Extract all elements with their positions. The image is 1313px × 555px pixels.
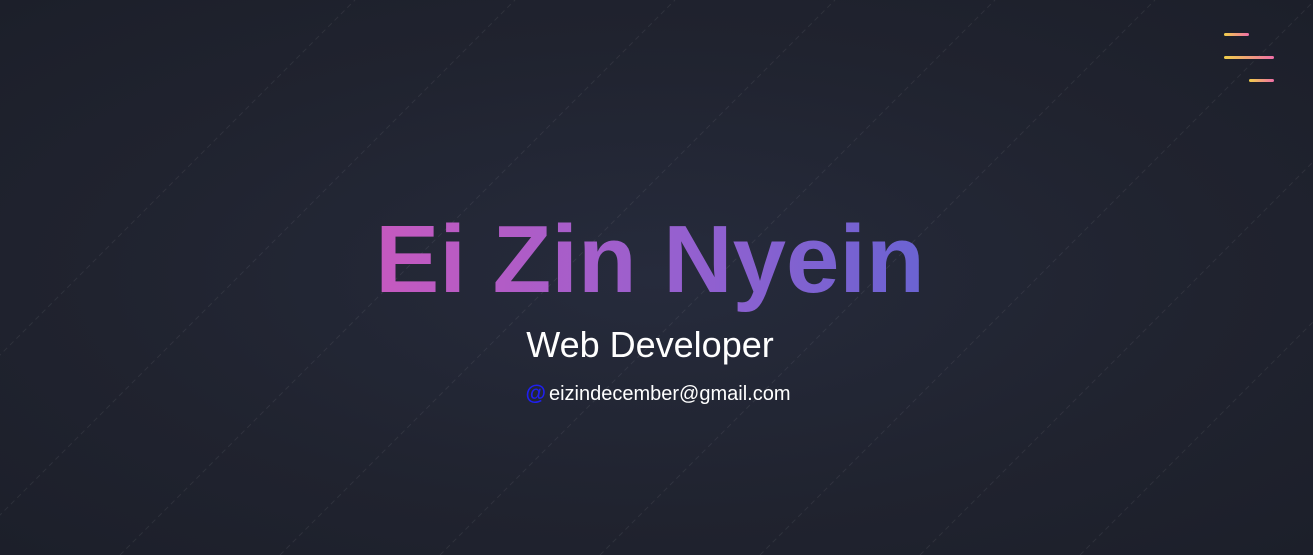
contact-email-row: @ eizindecember@gmail.com bbox=[510, 381, 791, 407]
email-link[interactable]: eizindecember@gmail.com bbox=[549, 381, 791, 407]
hamburger-menu-icon bbox=[1224, 33, 1249, 36]
hero-section: Ei Zin Nyein Web Developer @ eizindecemb… bbox=[0, 205, 1300, 407]
hero-role: Web Developer bbox=[526, 324, 774, 365]
menu-bar-bottom bbox=[1249, 79, 1274, 82]
menu-toggle-button[interactable] bbox=[1218, 28, 1280, 90]
menu-bar-middle bbox=[1224, 56, 1274, 59]
hero-name: Ei Zin Nyein bbox=[375, 206, 925, 313]
at-icon: @ bbox=[525, 382, 546, 405]
